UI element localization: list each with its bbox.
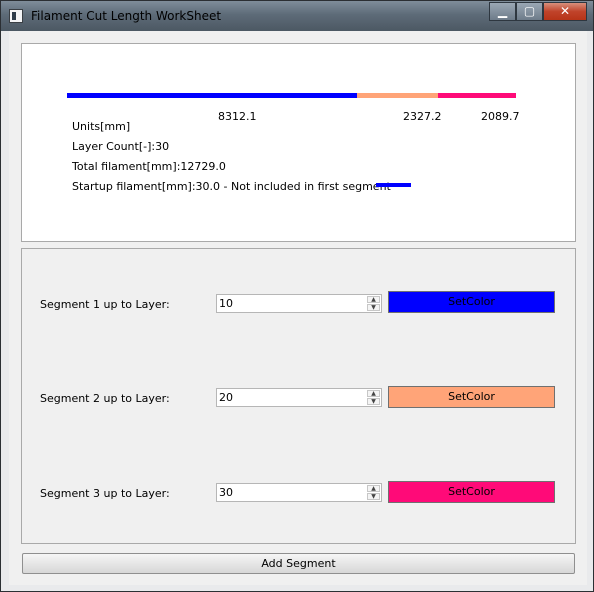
minimize-button[interactable]: ▁ [489,2,516,21]
segment-3-setcolor-button[interactable]: SetColor [388,481,555,503]
segment-1-setcolor-button[interactable]: SetColor [388,291,555,313]
segment-2-layer-input[interactable] [219,390,359,405]
spin-down-icon[interactable]: ▼ [367,398,380,405]
title-bar[interactable]: Filament Cut Length WorkSheet ▁ ▢ ✕ [1,1,593,31]
segment-1-bar [67,93,357,98]
spin-up-icon[interactable]: ▲ [367,485,380,492]
segment-3-length: 2089.7 [481,110,520,123]
maximize-button[interactable]: ▢ [516,2,543,21]
segment-2-label: Segment 2 up to Layer: [40,392,170,405]
segment-2-layer-spinbox[interactable]: ▲ ▼ [216,388,382,407]
segment-1-layer-spinbox[interactable]: ▲ ▼ [216,294,382,313]
window-title: Filament Cut Length WorkSheet [31,9,222,23]
spin-arrows: ▲ ▼ [367,485,380,500]
segment-1-label: Segment 1 up to Layer: [40,298,170,311]
spin-arrows: ▲ ▼ [367,296,380,311]
segment-1-layer-input[interactable] [219,296,359,311]
spin-arrows: ▲ ▼ [367,390,380,405]
startup-color-swatch [376,183,411,187]
app-icon[interactable] [9,9,23,23]
segment-3-label: Segment 3 up to Layer: [40,487,170,500]
total-filament-label: Total filament[mm]:12729.0 [72,160,226,173]
spin-down-icon[interactable]: ▼ [367,304,380,311]
segment-2-setcolor-button[interactable]: SetColor [388,386,555,408]
segment-3-bar [438,93,516,98]
units-label: Units[mm] [72,120,131,133]
app-window: Filament Cut Length WorkSheet ▁ ▢ ✕ 8312… [0,0,594,592]
spin-down-icon[interactable]: ▼ [367,493,380,500]
add-segment-button[interactable]: Add Segment [22,553,575,574]
close-button[interactable]: ✕ [543,2,587,21]
spin-up-icon[interactable]: ▲ [367,296,380,303]
segments-panel: Segment 1 up to Layer: ▲ ▼ SetColor Segm… [21,248,576,544]
caption-buttons: ▁ ▢ ✕ [489,2,587,21]
summary-panel: 8312.1 2327.2 2089.7 Units[mm] Layer Cou… [21,43,576,242]
segment-1-length: 8312.1 [218,110,257,123]
segment-2-bar [357,93,438,98]
layer-count-label: Layer Count[-]:30 [72,140,170,153]
client-area: 8312.1 2327.2 2089.7 Units[mm] Layer Cou… [9,31,587,585]
segment-2-length: 2327.2 [403,110,442,123]
spin-up-icon[interactable]: ▲ [367,390,380,397]
segment-3-layer-input[interactable] [219,485,359,500]
segment-3-layer-spinbox[interactable]: ▲ ▼ [216,483,382,502]
startup-filament-label: Startup filament[mm]:30.0 - Not included… [72,180,391,193]
